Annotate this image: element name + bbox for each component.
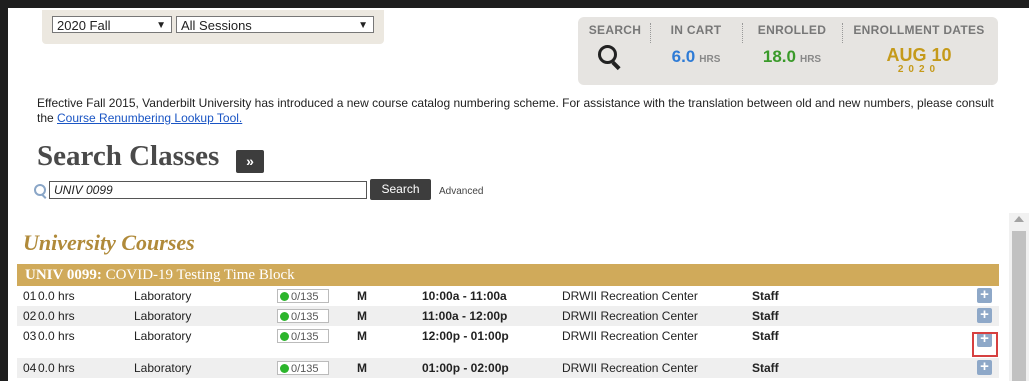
instructor: Staff xyxy=(752,329,779,343)
location: DRWII Recreation Center xyxy=(562,361,698,375)
renumbering-lookup-link[interactable]: Course Renumbering Lookup Tool. xyxy=(57,111,242,125)
expand-search-button[interactable]: » xyxy=(236,150,264,173)
search-button[interactable]: Search xyxy=(370,179,431,200)
advanced-search-link[interactable]: Advanced xyxy=(439,186,483,197)
location: DRWII Recreation Center xyxy=(562,309,698,323)
enrolled-value: 18.0 HRS xyxy=(746,47,838,67)
meeting-time: 10:00a - 11:00a xyxy=(422,289,507,303)
class-type: Laboratory xyxy=(134,329,192,343)
enrollment-date-year: 2020 xyxy=(897,64,941,75)
class-type: Laboratory xyxy=(134,289,192,303)
table-row[interactable]: 01 0.0 hrs Laboratory 0/135 M 10:00a - 1… xyxy=(17,286,999,306)
divider xyxy=(650,23,651,43)
instructor: Staff xyxy=(752,289,779,303)
credit-hours: 0.0 hrs xyxy=(38,289,75,303)
table-row[interactable]: 03 0.0 hrs Laboratory 0/135 M 12:00p - 0… xyxy=(17,326,999,347)
meeting-time: 12:00p - 01:00p xyxy=(422,329,509,343)
summary-search[interactable]: SEARCH xyxy=(584,17,646,85)
section-number: 04 xyxy=(23,361,37,375)
divider xyxy=(842,23,843,43)
in-cart-value: 6.0 HRS xyxy=(654,47,738,67)
in-cart-hours: 6.0 xyxy=(671,47,696,66)
meeting-days: M xyxy=(357,309,367,323)
location: DRWII Recreation Center xyxy=(562,329,698,343)
window-top-border xyxy=(0,0,1029,8)
plus-icon[interactable]: + xyxy=(977,359,992,375)
meeting-time: 01:00p - 02:00p xyxy=(422,361,509,375)
credit-hours: 0.0 hrs xyxy=(38,309,75,323)
search-input[interactable]: UNIV 0099 xyxy=(49,181,367,199)
search-icon xyxy=(34,184,46,196)
seat-availability: 0/135 xyxy=(277,361,329,375)
enrolled-hours: 18.0 xyxy=(762,47,796,66)
summary-enrollment-dates[interactable]: ENROLLMENT DATES AUG 10 2020 xyxy=(844,17,994,85)
meeting-days: M xyxy=(357,361,367,375)
seat-count: 0/135 xyxy=(291,291,319,303)
section-number: 02 xyxy=(23,309,37,323)
section-number: 03 xyxy=(23,329,37,343)
summary-in-cart[interactable]: IN CART 6.0 HRS xyxy=(654,17,738,85)
term-select[interactable]: 2020 Fall ▼ xyxy=(52,16,172,33)
chevron-down-icon: ▼ xyxy=(358,20,368,31)
vertical-scrollbar[interactable] xyxy=(1009,213,1029,381)
seat-count: 0/135 xyxy=(291,331,319,343)
seat-count: 0/135 xyxy=(291,363,319,375)
open-status-icon xyxy=(280,312,289,321)
enrollment-date-value: AUG 10 xyxy=(886,45,952,65)
plus-icon[interactable]: + xyxy=(977,307,992,323)
enrolled-label: ENROLLED xyxy=(757,23,827,37)
credit-hours: 0.0 hrs xyxy=(38,361,75,375)
summary-enrolled[interactable]: ENROLLED 18.0 HRS xyxy=(746,17,838,85)
results-section-title: University Courses xyxy=(23,230,195,255)
in-cart-unit: HRS xyxy=(699,54,721,65)
meeting-days: M xyxy=(357,289,367,303)
table-row[interactable]: 02 0.0 hrs Laboratory 0/135 M 11:00a - 1… xyxy=(17,306,999,326)
chevron-down-icon: ▼ xyxy=(156,20,166,31)
window-left-border xyxy=(0,0,8,381)
scroll-up-arrow-icon[interactable] xyxy=(1014,216,1024,222)
credit-hours: 0.0 hrs xyxy=(38,329,75,343)
course-code: UNIV 0099: xyxy=(25,267,102,283)
course-name: COVID-19 Testing Time Block xyxy=(105,267,295,283)
meeting-time: 11:00a - 12:00p xyxy=(422,309,508,323)
course-header[interactable]: UNIV 0099: COVID-19 Testing Time Block xyxy=(17,264,999,286)
session-select-value: All Sessions xyxy=(181,18,252,33)
location: DRWII Recreation Center xyxy=(562,289,698,303)
enrollment-dates-label: ENROLLMENT DATES xyxy=(853,23,985,37)
open-status-icon xyxy=(280,292,289,301)
term-filter-panel: 2020 Fall ▼ All Sessions ▼ xyxy=(42,10,384,44)
session-select[interactable]: All Sessions ▼ xyxy=(176,16,374,33)
term-select-value: 2020 Fall xyxy=(57,18,111,33)
instructor: Staff xyxy=(752,361,779,375)
seat-availability: 0/135 xyxy=(277,329,329,343)
seat-availability: 0/135 xyxy=(277,289,329,303)
renumbering-notice: Effective Fall 2015, Vanderbilt Universi… xyxy=(37,96,997,126)
table-row[interactable]: 04 0.0 hrs Laboratory 0/135 M 01:00p - 0… xyxy=(17,358,999,378)
open-status-icon xyxy=(280,332,289,341)
in-cart-label: IN CART xyxy=(670,23,722,37)
instructor: Staff xyxy=(752,309,779,323)
section-number: 01 xyxy=(23,289,37,303)
enrolled-unit: HRS xyxy=(799,54,822,65)
divider xyxy=(742,23,743,43)
class-type: Laboratory xyxy=(134,361,192,375)
highlight-box xyxy=(972,332,998,357)
seat-count: 0/135 xyxy=(291,311,319,323)
summary-search-label: SEARCH xyxy=(588,23,642,37)
enrollment-summary: SEARCH IN CART 6.0 HRS ENROLLED 18.0 HRS E… xyxy=(578,17,998,85)
search-icon[interactable] xyxy=(598,45,617,64)
meeting-days: M xyxy=(357,329,367,343)
class-type: Laboratory xyxy=(134,309,192,323)
scrollbar-thumb[interactable] xyxy=(1012,231,1026,381)
open-status-icon xyxy=(280,364,289,373)
page-title: Search Classes xyxy=(37,140,220,172)
seat-availability: 0/135 xyxy=(277,309,329,323)
plus-icon[interactable]: + xyxy=(977,287,992,303)
